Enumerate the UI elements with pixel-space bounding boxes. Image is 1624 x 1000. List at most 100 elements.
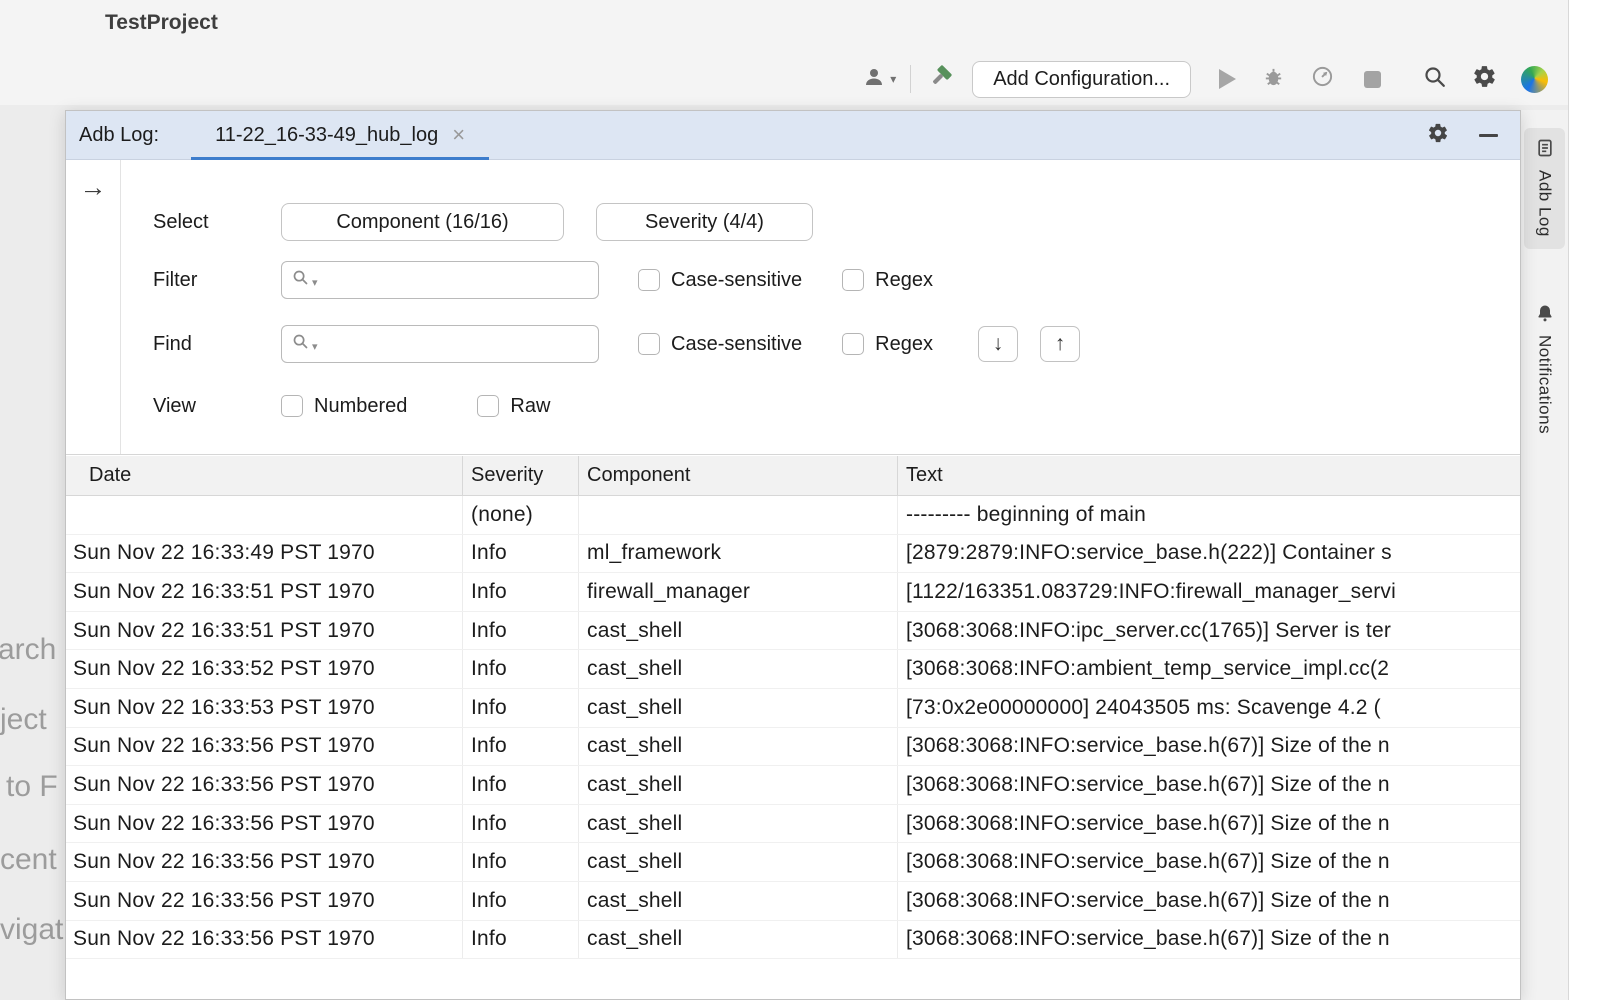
cell-severity: Info — [463, 535, 579, 573]
add-configuration-button[interactable]: Add Configuration... — [972, 61, 1191, 98]
cell-date: Sun Nov 22 16:33:56 PST 1970 — [66, 921, 463, 959]
checkbox-box[interactable] — [477, 395, 499, 417]
filter-case-sensitive-checkbox[interactable]: Case-sensitive — [638, 269, 802, 292]
bug-icon — [1262, 65, 1285, 93]
filter-regex-checkbox[interactable]: Regex — [842, 269, 933, 292]
find-input[interactable] — [321, 326, 598, 362]
filter-input-box[interactable]: ▾ — [281, 261, 599, 299]
cell-component: cast_shell — [579, 766, 898, 804]
cell-date: Sun Nov 22 16:33:51 PST 1970 — [66, 612, 463, 650]
numbered-checkbox[interactable]: Numbered — [281, 395, 407, 418]
gear-icon — [1472, 64, 1497, 94]
component-filter-button[interactable]: Component (16/16) — [281, 203, 564, 241]
cell-date: Sun Nov 22 16:33:56 PST 1970 — [66, 843, 463, 881]
cell-date: Sun Nov 22 16:33:56 PST 1970 — [66, 882, 463, 920]
severity-filter-button[interactable]: Severity (4/4) — [596, 203, 813, 241]
table-row[interactable]: Sun Nov 22 16:33:56 PST 1970 Info cast_s… — [66, 882, 1520, 921]
panel-settings-button[interactable] — [1427, 122, 1449, 149]
cell-component: cast_shell — [579, 843, 898, 881]
table-row[interactable]: Sun Nov 22 16:33:56 PST 1970 Info cast_s… — [66, 728, 1520, 767]
adb-log-panel: Adb Log: 11-22_16-33-49_hub_log × → Sele… — [65, 110, 1521, 1000]
table-row[interactable]: Sun Nov 22 16:33:49 PST 1970 Info ml_fra… — [66, 535, 1520, 574]
log-file-tab[interactable]: 11-22_16-33-49_hub_log × — [191, 111, 489, 159]
table-row[interactable]: Sun Nov 22 16:33:56 PST 1970 Info cast_s… — [66, 843, 1520, 882]
regex-label: Regex — [875, 333, 933, 356]
background-hint-fragment: arch — [0, 633, 56, 667]
cell-text: [3068:3068:INFO:service_base.h(67)] Size… — [898, 805, 1520, 843]
checkbox-box[interactable] — [638, 333, 660, 355]
find-previous-button[interactable]: ↑ — [1040, 326, 1080, 362]
find-input-box[interactable]: ▾ — [281, 325, 599, 363]
raw-checkbox[interactable]: Raw — [477, 395, 550, 418]
assistant-sphere-icon[interactable] — [1521, 66, 1548, 93]
stop-icon[interactable] — [1364, 71, 1381, 88]
table-row[interactable]: Sun Nov 22 16:33:51 PST 1970 Info cast_s… — [66, 612, 1520, 651]
cell-text: [3068:3068:INFO:service_base.h(67)] Size… — [898, 843, 1520, 881]
find-next-button[interactable]: ↓ — [978, 326, 1018, 362]
find-regex-checkbox[interactable]: Regex — [842, 333, 933, 356]
column-header-text[interactable]: Text — [898, 456, 1520, 495]
case-sensitive-label: Case-sensitive — [671, 333, 802, 356]
tool-tab-notifications[interactable]: Notifications — [1524, 293, 1565, 446]
cell-severity: Info — [463, 882, 579, 920]
ide-settings-button[interactable] — [1472, 64, 1497, 94]
checkbox-box[interactable] — [281, 395, 303, 417]
cell-severity: Info — [463, 921, 579, 959]
cell-date: Sun Nov 22 16:33:56 PST 1970 — [66, 766, 463, 804]
hide-panel-button[interactable] — [1479, 134, 1498, 137]
table-row[interactable]: Sun Nov 22 16:33:56 PST 1970 Info cast_s… — [66, 805, 1520, 844]
main-toolbar: ▾ Add Configuration... — [862, 58, 1548, 100]
controls-rail: → — [66, 160, 121, 454]
toolbar-divider — [910, 65, 911, 93]
column-header-severity[interactable]: Severity — [463, 456, 579, 495]
select-label: Select — [153, 211, 281, 234]
checkbox-box[interactable] — [842, 333, 864, 355]
right-tool-window-stripe: Adb Log Notifications — [1520, 110, 1568, 1000]
column-header-date[interactable]: Date — [66, 456, 463, 495]
table-row[interactable]: Sun Nov 22 16:33:51 PST 1970 Info firewa… — [66, 573, 1520, 612]
checkbox-box[interactable] — [638, 269, 660, 291]
cell-text: [73:0x2e00000000] 24043505 ms: Scavenge … — [898, 689, 1520, 727]
debug-button[interactable] — [1262, 65, 1285, 93]
expand-arrow-icon[interactable]: → — [66, 172, 120, 203]
build-button[interactable] — [927, 63, 954, 95]
table-row[interactable]: Sun Nov 22 16:33:52 PST 1970 Info cast_s… — [66, 650, 1520, 689]
cell-text: --------- beginning of main — [898, 496, 1520, 534]
background-hint-fragment: ject — [0, 703, 47, 737]
bell-icon — [1535, 303, 1555, 328]
close-icon[interactable]: × — [452, 124, 465, 146]
filter-input[interactable] — [321, 262, 598, 298]
cell-text: [3068:3068:INFO:ipc_server.cc(1765)] Ser… — [898, 612, 1520, 650]
run-play-icon[interactable] — [1219, 69, 1236, 89]
table-row[interactable]: (none) --------- beginning of main — [66, 496, 1520, 535]
cell-component: ml_framework — [579, 535, 898, 573]
cell-text: [1122/163351.083729:INFO:firewall_manage… — [898, 573, 1520, 611]
cell-text: [3068:3068:INFO:service_base.h(67)] Size… — [898, 921, 1520, 959]
table-row[interactable]: Sun Nov 22 16:33:56 PST 1970 Info cast_s… — [66, 921, 1520, 960]
view-label: View — [153, 395, 281, 418]
column-header-component[interactable]: Component — [579, 456, 898, 495]
tool-tab-adb-log[interactable]: Adb Log — [1524, 128, 1565, 249]
cell-component: cast_shell — [579, 805, 898, 843]
regex-label: Regex — [875, 269, 933, 292]
cell-component: cast_shell — [579, 921, 898, 959]
hammer-icon — [927, 63, 954, 95]
user-icon — [862, 65, 886, 94]
cell-text: [3068:3068:INFO:service_base.h(67)] Size… — [898, 882, 1520, 920]
checkbox-box[interactable] — [842, 269, 864, 291]
cell-text: [3068:3068:INFO:service_base.h(67)] Size… — [898, 728, 1520, 766]
profiler-button[interactable] — [1311, 65, 1334, 93]
desktop-margin — [1568, 0, 1624, 1000]
cell-date: Sun Nov 22 16:33:51 PST 1970 — [66, 573, 463, 611]
cell-text: [3068:3068:INFO:ambient_temp_service_imp… — [898, 650, 1520, 688]
ide-window: TestProject ▾ Add Configuration... — [0, 0, 1568, 1000]
table-row[interactable]: Sun Nov 22 16:33:56 PST 1970 Info cast_s… — [66, 766, 1520, 805]
tool-tab-label: Adb Log — [1535, 170, 1555, 237]
background-hint-fragment: to F — [6, 770, 58, 804]
log-table-header: Date Severity Component Text — [66, 456, 1520, 496]
search-everywhere-button[interactable] — [1423, 65, 1447, 94]
cell-date: Sun Nov 22 16:33:52 PST 1970 — [66, 650, 463, 688]
table-row[interactable]: Sun Nov 22 16:33:53 PST 1970 Info cast_s… — [66, 689, 1520, 728]
user-menu-button[interactable]: ▾ — [862, 65, 896, 94]
find-case-sensitive-checkbox[interactable]: Case-sensitive — [638, 333, 802, 356]
